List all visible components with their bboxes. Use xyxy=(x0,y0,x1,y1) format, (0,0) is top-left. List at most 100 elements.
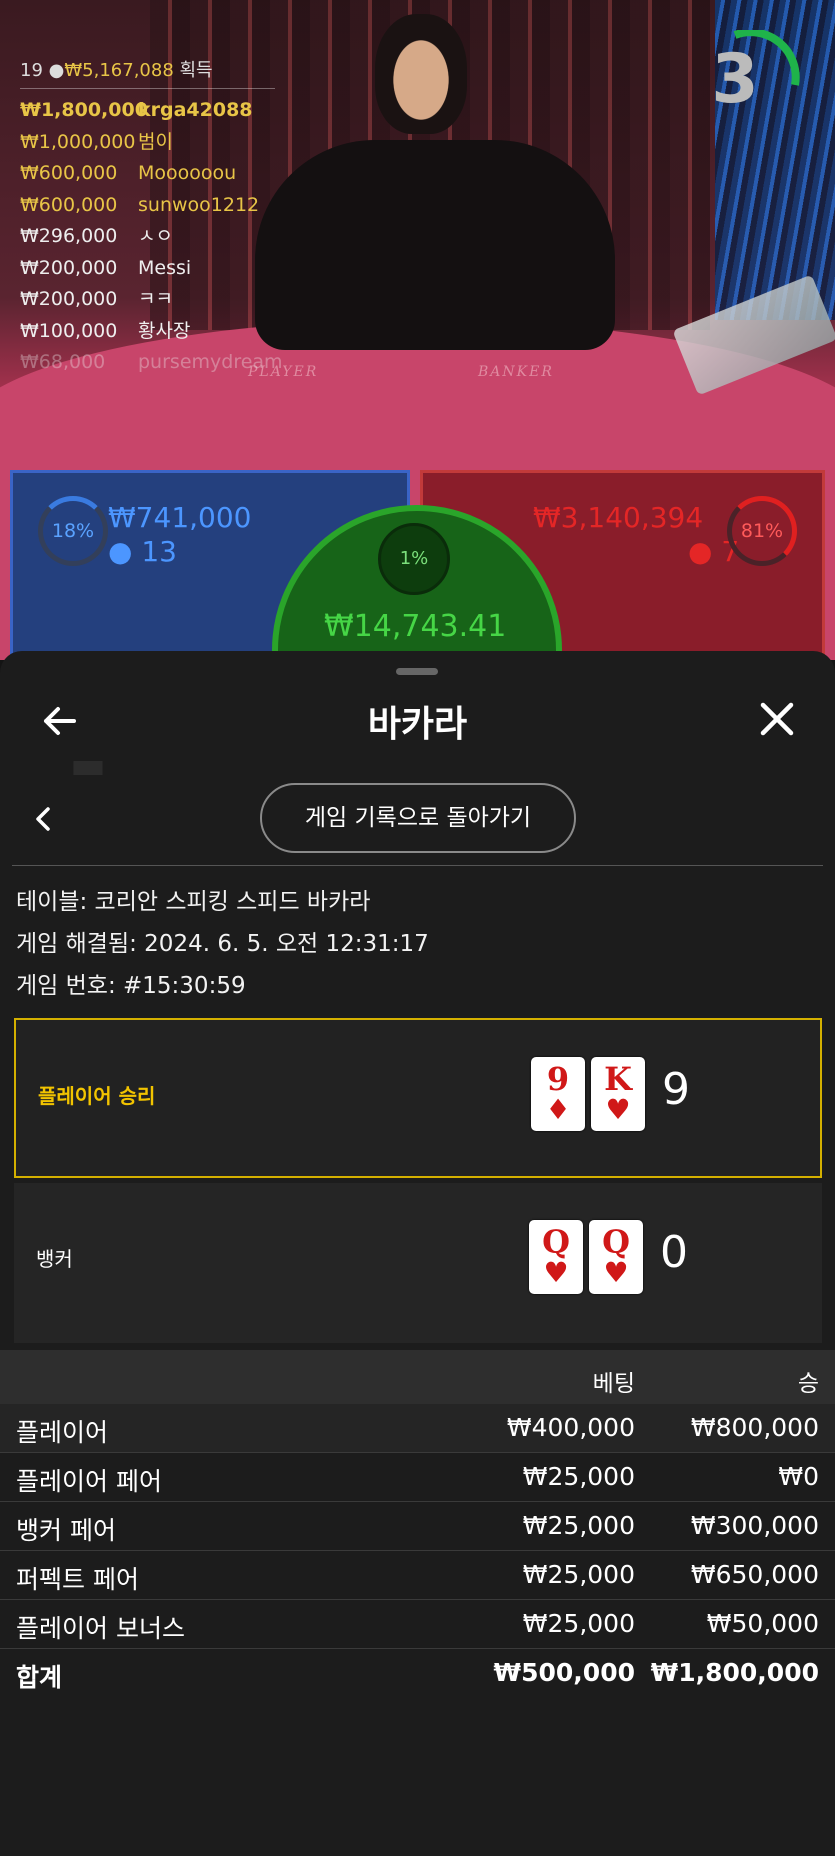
heart-suit-icon: ♥ xyxy=(543,1256,569,1289)
divider xyxy=(12,865,823,866)
game-info: 테이블: 코리안 스피킹 스피드 바카라 게임 해결됨: 2024. 6. 5.… xyxy=(16,881,429,1007)
player-hand: 플레이어 승리 9 ♦ K ♥ 9 xyxy=(14,1018,822,1178)
player-score: 9 xyxy=(662,1064,690,1115)
winners-count: 19 xyxy=(20,60,43,81)
banker-percent: 81% xyxy=(727,496,797,566)
close-icon[interactable] xyxy=(755,697,799,741)
winner-amount: ₩68,000 xyxy=(20,351,106,373)
winner-amount: ₩200,000 xyxy=(20,288,118,310)
heart-suit-icon: ♥ xyxy=(603,1256,629,1289)
total-win: ₩1,800,000 xyxy=(650,1658,819,1687)
table-row: 플레이어 페어 ₩25,000 ₩0 xyxy=(0,1453,835,1502)
player-hand-label: 플레이어 승리 xyxy=(38,1084,156,1108)
winner-row: ₩296,000 ㅅㅇ xyxy=(20,221,275,253)
card-rank: 9 xyxy=(546,1060,570,1098)
dealer xyxy=(255,140,615,350)
bet-amount: ₩25,000 xyxy=(522,1560,635,1589)
winner-name: krga42088 xyxy=(138,99,253,121)
banker-score: 0 xyxy=(660,1227,688,1278)
playing-card: Q ♥ xyxy=(589,1220,643,1294)
card-rank: K xyxy=(604,1060,632,1098)
winner-name: Moooooou xyxy=(138,162,237,184)
bet-amount: ₩25,000 xyxy=(522,1462,635,1491)
bet-type: 플레이어 페어 xyxy=(16,1467,162,1496)
win-amount: ₩50,000 xyxy=(706,1609,819,1638)
bets-table-header: 베팅 승 xyxy=(0,1350,835,1404)
bets-table: 베팅 승 플레이어 ₩400,000 ₩800,000 플레이어 페어 ₩25,… xyxy=(0,1350,835,1697)
banker-bet-total: ₩3,140,394 xyxy=(533,501,704,534)
chevron-left-icon[interactable] xyxy=(32,803,56,835)
table-row: 플레이어 ₩400,000 ₩800,000 xyxy=(0,1404,835,1453)
win-amount: ₩650,000 xyxy=(690,1560,819,1589)
winners-header: 19 ●₩5,167,088 획득 xyxy=(20,56,275,89)
total-row: 합계 ₩500,000 ₩1,800,000 xyxy=(0,1649,835,1697)
playing-card: 9 ♦ xyxy=(531,1057,585,1131)
total-bet: ₩500,000 xyxy=(493,1658,635,1687)
bet-type: 플레이어 보너스 xyxy=(16,1614,185,1643)
sheet-title: 바카라 xyxy=(367,704,468,745)
winner-amount: ₩1,800,000 xyxy=(20,99,148,121)
table-row: 플레이어 보너스 ₩25,000 ₩50,000 xyxy=(0,1600,835,1649)
player-bet-total: ₩741,000 xyxy=(108,501,252,534)
user-icon: ● xyxy=(48,60,65,81)
dealer-head xyxy=(375,14,467,134)
column-header-win: 승 xyxy=(797,1371,819,1397)
winner-row: ₩1,800,000krga42088 xyxy=(20,95,275,127)
player-percent: 18% xyxy=(38,496,108,566)
winner-row: ₩100,000 황사장 xyxy=(20,316,275,348)
winner-amount: ₩296,000 xyxy=(20,225,118,247)
winner-row: ₩1,000,000 범이 xyxy=(20,127,275,159)
winner-name: ㅋㅋ xyxy=(138,288,173,310)
winner-amount: ₩1,000,000 xyxy=(20,130,136,153)
winner-row: ₩200,000 Messi xyxy=(20,253,275,285)
winner-row: ₩200,000 ㅋㅋ xyxy=(20,284,275,316)
winner-amount: ₩600,000 xyxy=(20,193,118,216)
winners-suffix: 획득 xyxy=(179,60,213,81)
countdown-number: 3 xyxy=(711,40,759,119)
column-header-bet: 베팅 xyxy=(592,1371,635,1397)
back-to-history-button[interactable]: 게임 기록으로 돌아가기 xyxy=(260,783,576,853)
player-bettors: ● 13 xyxy=(108,535,177,568)
banker-hand: 뱅커 Q ♥ Q ♥ 0 xyxy=(14,1183,822,1343)
bet-amount: ₩25,000 xyxy=(522,1511,635,1540)
sheet-drag-handle[interactable] xyxy=(396,668,438,675)
bet-type: 플레이어 xyxy=(16,1418,109,1447)
table-name: 테이블: 코리안 스피킹 스피드 바카라 xyxy=(16,889,371,915)
player-cards: 9 ♦ K ♥ xyxy=(531,1057,651,1131)
win-amount: ₩300,000 xyxy=(690,1511,819,1540)
sheet-header: 바카라 xyxy=(0,691,835,751)
user-icon: ● xyxy=(108,535,133,568)
winner-name: 범이 xyxy=(138,130,173,153)
bet-type: 뱅커 페어 xyxy=(16,1516,116,1545)
resolved-time: 게임 해결됨: 2024. 6. 5. 오전 12:31:17 xyxy=(16,931,429,957)
winner-row: ₩68,000 pursemydream xyxy=(20,347,283,379)
history-nav: 게임 기록으로 돌아가기 xyxy=(0,783,835,855)
playing-card: K ♥ xyxy=(591,1057,645,1131)
bet-type: 퍼펙트 페어 xyxy=(16,1565,139,1594)
tie-percent: 1% xyxy=(378,523,450,595)
countdown-timer: 3 xyxy=(700,30,800,130)
winner-name: Messi xyxy=(138,256,192,279)
winner-row: ₩600,000 sunwoo1212 xyxy=(20,190,275,222)
bet-amount: ₩25,000 xyxy=(522,1609,635,1638)
game-history-sheet: ▬ 바카라 게임 기록으로 돌아가기 테이블: 코리안 스피킹 스피드 바카라 … xyxy=(0,651,835,1856)
winner-row: ₩600,000 Moooooou xyxy=(20,158,275,190)
table-label-banker: BANKER xyxy=(478,364,554,380)
user-icon: ● xyxy=(688,535,713,568)
diamond-suit-icon: ♦ xyxy=(545,1093,571,1126)
win-amount: ₩0 xyxy=(778,1462,819,1491)
bet-amount: ₩400,000 xyxy=(506,1413,635,1442)
banker-hand-label: 뱅커 xyxy=(36,1247,73,1271)
table-row: 뱅커 페어 ₩25,000 ₩300,000 xyxy=(0,1502,835,1551)
winners-list: 19 ●₩5,167,088 획득 ₩1,800,000krga42088 ₩1… xyxy=(20,56,283,379)
table-row: 퍼펙트 페어 ₩25,000 ₩650,000 xyxy=(0,1551,835,1600)
winner-name: pursemydream xyxy=(138,351,283,373)
heart-suit-icon: ♥ xyxy=(605,1093,631,1126)
card-rank: Q xyxy=(602,1223,630,1261)
winner-name: ㅅㅇ xyxy=(138,225,173,247)
winner-name: sunwoo1212 xyxy=(138,193,260,216)
card-rank: Q xyxy=(542,1223,570,1261)
banker-cards: Q ♥ Q ♥ xyxy=(529,1220,649,1294)
win-amount: ₩800,000 xyxy=(690,1413,819,1442)
game-number: 게임 번호: #15:30:59 xyxy=(16,973,246,999)
